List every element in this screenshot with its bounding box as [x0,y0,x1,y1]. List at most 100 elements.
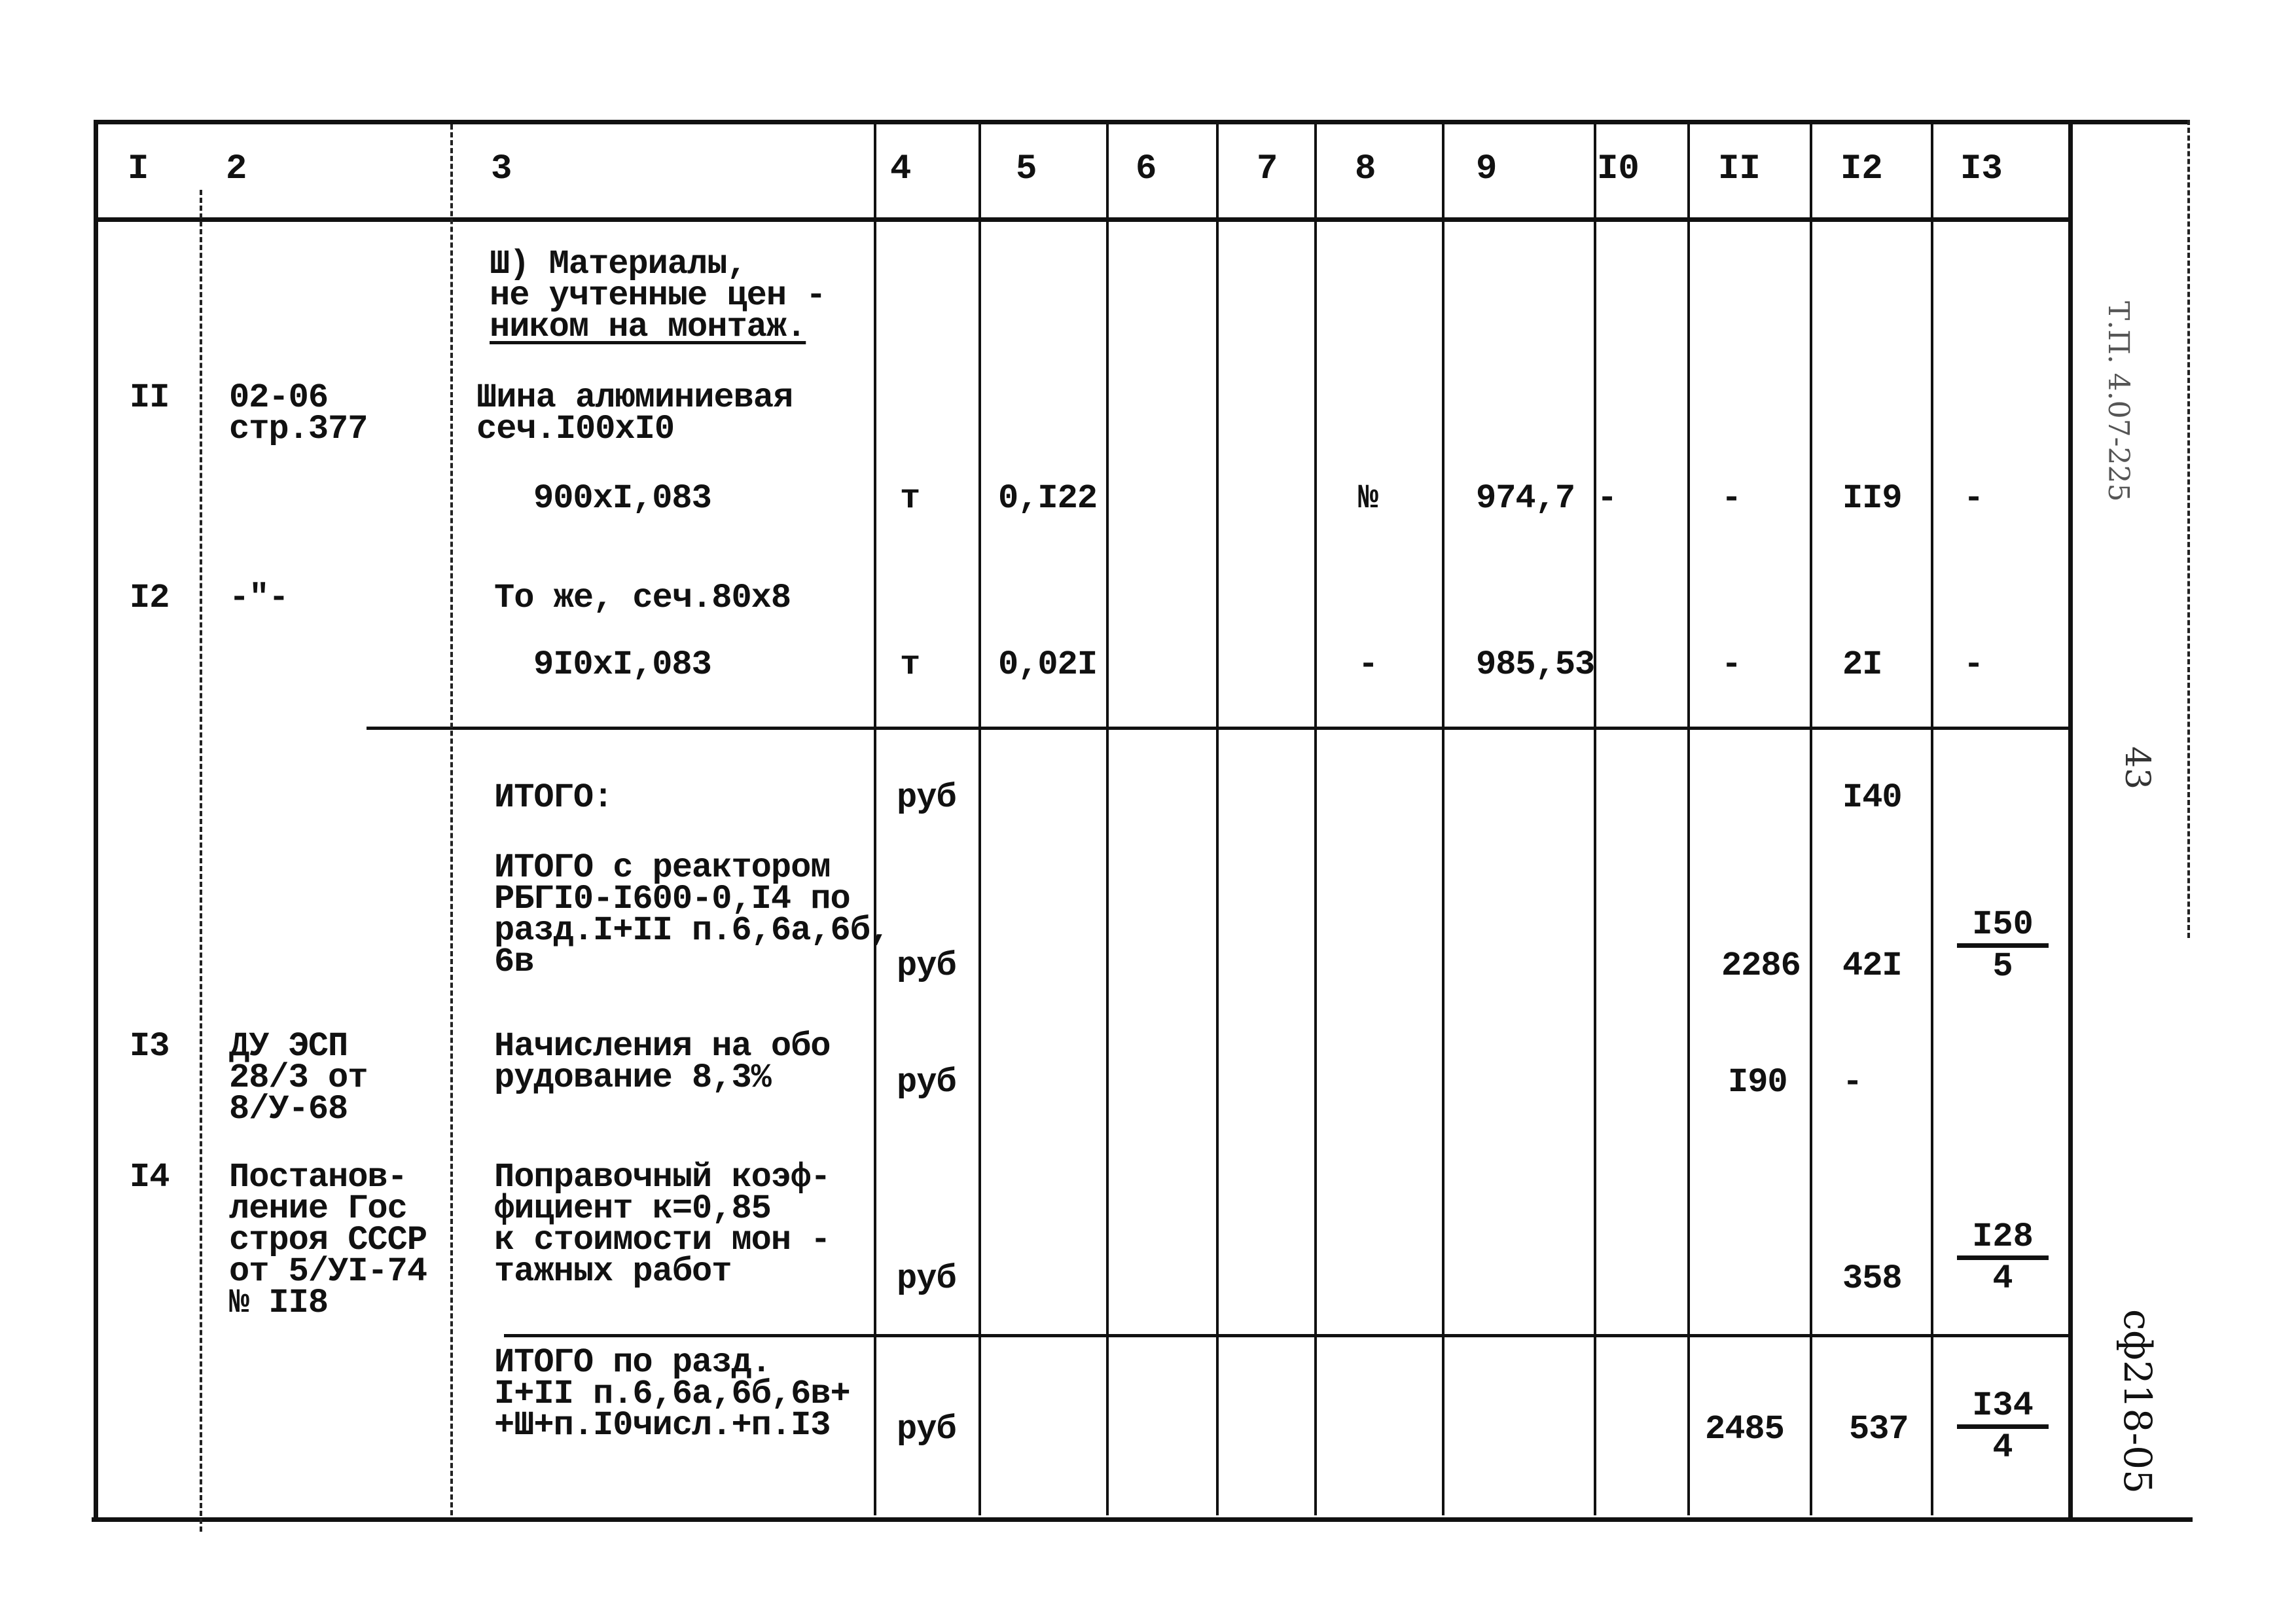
row-col8: № [1358,479,1378,518]
row-unit: руб [897,1410,957,1449]
row-description: Поправочный коэф- [494,1158,831,1197]
row-description: тажных работ [494,1252,732,1291]
col-header-3: 3 [491,149,512,189]
col-divider-1-2 [200,190,202,1532]
col-header-8: 8 [1355,149,1376,189]
row-col12: 358 [1842,1259,1903,1298]
row-description: +Ш+п.I0числ.+п.I3 [494,1406,831,1445]
row-col11: 2286 [1721,947,1801,985]
section-divider-itogo [367,727,2072,730]
row-number: I2 [130,579,170,617]
col-divider-9-10 [1594,124,1596,1515]
row-description: Начисления на обо [494,1027,831,1066]
row-col11: - [1721,645,1742,684]
row-reference: строя СССР [229,1221,427,1259]
row-description: сеч.I00xI0 [476,410,675,448]
row-col10: - [1597,479,1617,518]
row-quantity: 0,02I [998,645,1098,684]
row-description: ИТОГО с реактором [494,848,831,887]
row-col13: - [1964,479,1984,518]
row-number: I3 [130,1027,170,1066]
col-header-6: 6 [1136,149,1157,189]
section-divider-final [504,1334,2072,1337]
col-divider-3-4 [874,124,876,1515]
row-unit: руб [897,947,957,985]
row-col12: 537 [1849,1410,1909,1449]
col-header-11: II [1718,149,1761,189]
row-calculation: 9I0xI,083 [533,645,712,684]
table-top-border [95,120,2189,124]
row-col9: 974,7 [1476,479,1575,518]
fraction-denominator: 5 [1992,947,2013,986]
col-divider-4-5 [978,124,981,1515]
row-col9: 985,53 [1476,645,1595,684]
section-heading-line1: Ш) Материалы, [490,245,747,283]
row-reference: ДУ ЭСП [229,1027,348,1066]
row-reference: ление Гос [229,1189,408,1228]
row-description: ИТОГО: [494,778,613,817]
table-right-border [2068,120,2073,1521]
row-number: I4 [130,1158,170,1197]
row-reference: от 5/УI-74 [229,1252,427,1291]
margin-stamp-bottom: сф218-05 [2115,1309,2160,1494]
row-col13: - [1964,645,1984,684]
row-col12: 2I [1842,645,1882,684]
row-reference: 02-06 [229,378,329,417]
margin-page-number: 43 [2117,746,2157,790]
fraction-denominator: 4 [1992,1259,2013,1298]
margin-right-border [2187,120,2190,938]
row-col12: II9 [1842,479,1903,518]
row-reference: -"- [229,579,289,617]
row-reference: № II8 [229,1284,329,1322]
col-divider-6-7 [1216,124,1219,1515]
row-reference: 28/3 от [229,1058,368,1097]
row-description: разд.I+II п.6,6а,6б, [494,911,890,950]
row-reference: стр.377 [229,410,368,448]
row-col13-fraction: I50 5 [1957,907,2049,986]
row-description: рудование 8,3% [494,1058,772,1097]
row-col11: 2485 [1705,1410,1785,1449]
row-quantity: 0,I22 [998,479,1098,518]
row-unit: руб [897,1063,957,1102]
row-unit: руб [897,778,957,817]
section-heading-line2: не учтенные цен - [490,276,826,315]
row-col8: - [1358,645,1378,684]
row-description: РБГI0-I600-0,I4 по [494,880,851,918]
col-divider-5-6 [1106,124,1109,1515]
col-header-7: 7 [1257,149,1278,189]
row-number: II [130,378,170,417]
row-description: к стоимости мон - [494,1221,831,1259]
col-divider-11-12 [1810,124,1812,1515]
col-header-1: I [128,149,149,189]
col-header-5: 5 [1016,149,1037,189]
header-bottom-border [95,217,2072,222]
row-unit: т [900,479,920,518]
section-heading-line3: ником на монтаж. [490,308,806,346]
row-col11: - [1721,479,1742,518]
row-col12: - [1842,1063,1863,1102]
fraction-numerator: I28 [1957,1219,2049,1260]
col-divider-8-9 [1442,124,1444,1515]
col-divider-10-11 [1687,124,1690,1515]
row-description: фициент к=0,85 [494,1189,772,1228]
row-reference: Постанов- [229,1158,408,1197]
estimate-sheet: I 2 3 4 5 6 7 8 9 I0 II I2 I3 Ш) Материа… [0,0,2296,1624]
row-description: 6в [494,943,534,981]
col-header-2: 2 [226,149,247,189]
col-divider-12-13 [1931,124,1933,1515]
row-col12: I40 [1842,778,1903,817]
row-col13-fraction: I34 4 [1957,1388,2049,1467]
fraction-numerator: I34 [1957,1388,2049,1429]
fraction-numerator: I50 [1957,907,2049,948]
margin-stamp-top: Т.П. 4.07-225 [2102,301,2135,502]
row-unit: т [900,645,920,684]
row-col13-fraction: I28 4 [1957,1219,2049,1298]
col-divider-7-8 [1314,124,1317,1515]
fraction-denominator: 4 [1992,1428,2013,1467]
row-calculation: 900xI,083 [533,479,712,518]
row-col12: 42I [1842,947,1903,985]
col-divider-2-3 [450,124,453,1515]
col-header-9: 9 [1476,149,1498,189]
row-col11: I90 [1728,1063,1788,1102]
col-header-13: I3 [1960,149,2003,189]
